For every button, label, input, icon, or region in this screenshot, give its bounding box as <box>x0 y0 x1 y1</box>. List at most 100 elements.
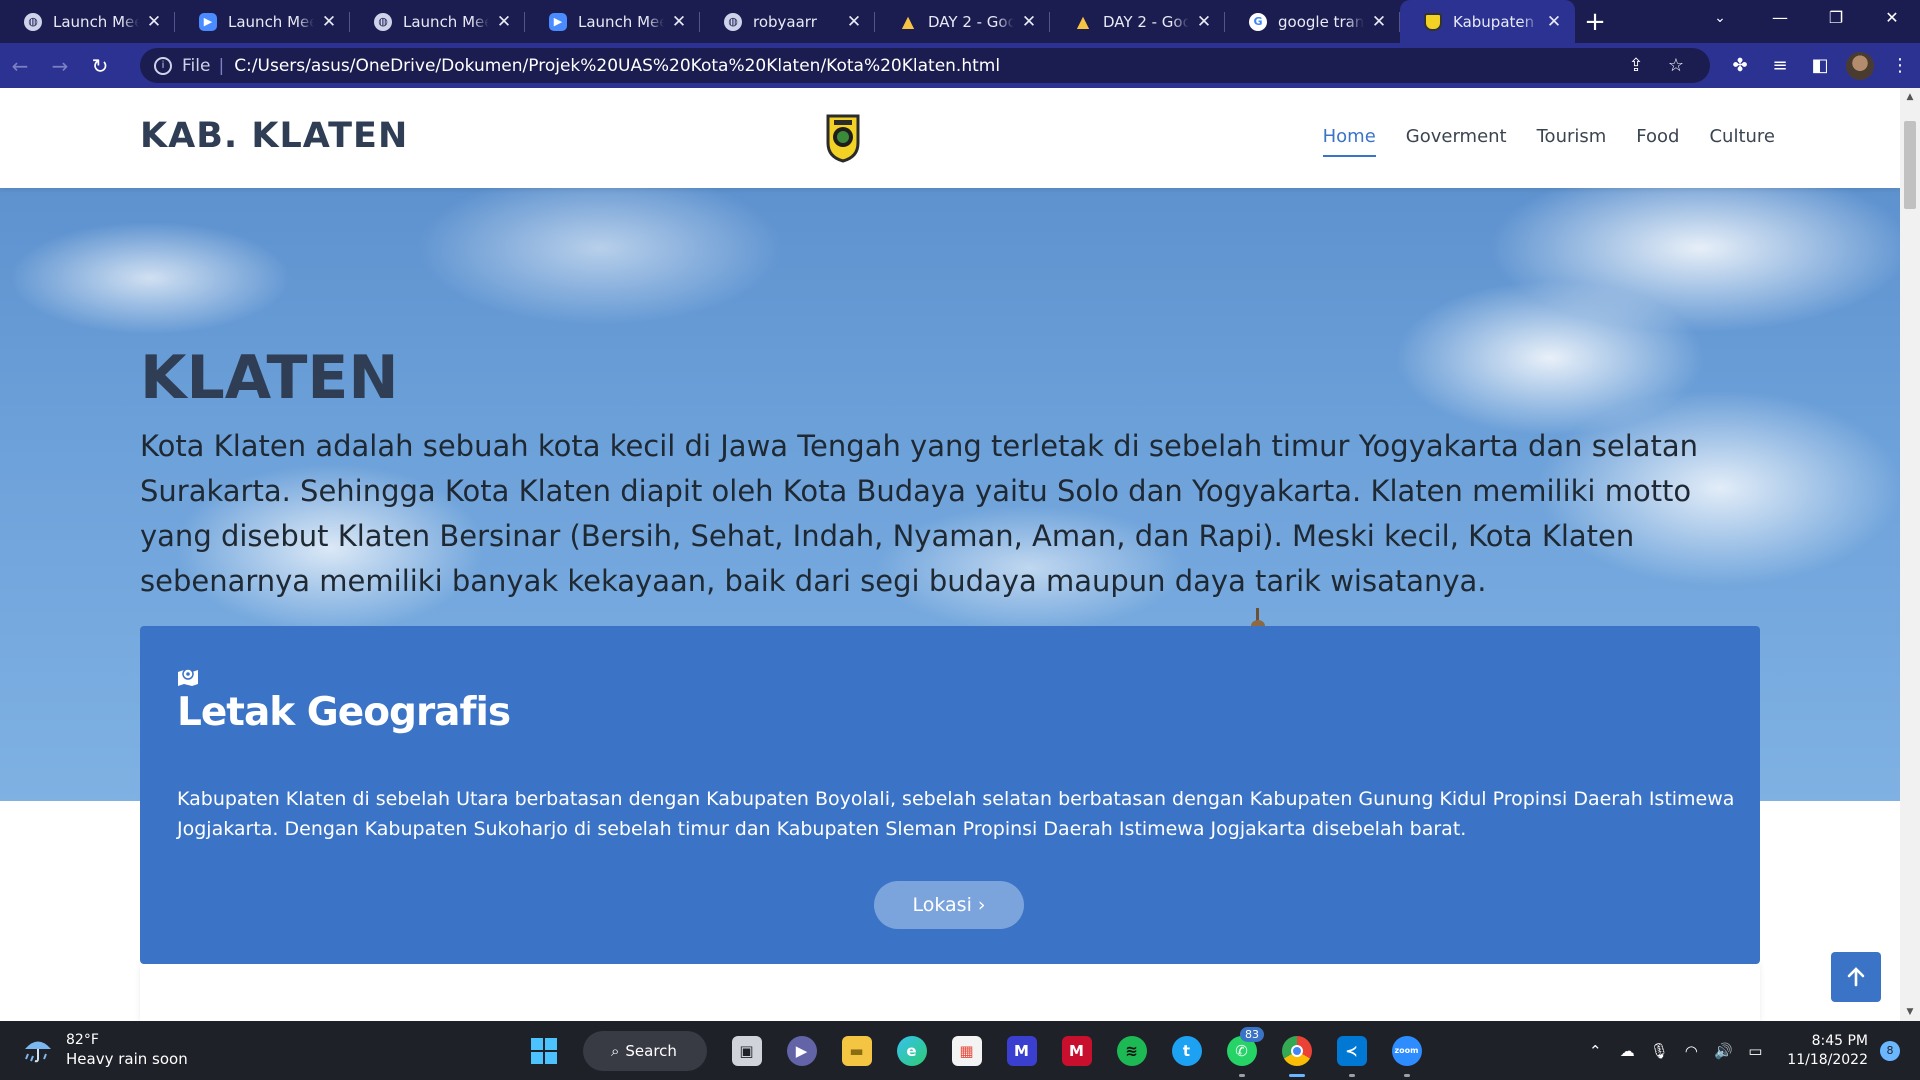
tab-title: Kabupaten Klaten <box>1453 12 1539 31</box>
nav-home[interactable]: Home <box>1322 126 1376 157</box>
mcafee-app[interactable]: M <box>1049 1021 1104 1080</box>
umbrella-rain-icon <box>25 1041 51 1063</box>
tab-robyaarr[interactable]: ◍ robyaarr ✕ <box>700 0 875 43</box>
twitter-app[interactable]: t <box>1159 1021 1214 1080</box>
google-icon: G <box>1249 12 1267 31</box>
chrome-app[interactable] <box>1269 1021 1324 1080</box>
search-label: Search <box>625 1041 677 1060</box>
onedrive-cloud-icon[interactable]: ☁ <box>1611 1042 1643 1060</box>
weather-widget[interactable]: 82°F Heavy rain soon <box>22 1031 188 1069</box>
address-bar[interactable]: i File | C:/Users/asus/OneDrive/Dokumen/… <box>140 48 1710 83</box>
arrow-up-icon <box>1847 967 1865 987</box>
close-window-button[interactable]: ✕ <box>1864 0 1920 36</box>
tab-title: Launch Meeting - Zoom <box>578 12 664 31</box>
chat-icon: ▶ <box>786 1035 817 1066</box>
close-icon[interactable]: ✕ <box>1195 12 1213 32</box>
toolbar-actions: ✤ ≡ ◧ ⋮ <box>1720 43 1920 88</box>
tab-day2-drive-1[interactable]: ▲ DAY 2 - Google Drive ✕ <box>875 0 1050 43</box>
close-icon[interactable]: ✕ <box>320 12 338 32</box>
scroll-up-arrow-icon[interactable]: ▲ <box>1900 92 1920 102</box>
clock[interactable]: 8:45 PM 11/18/2022 <box>1787 1032 1868 1070</box>
minimize-button[interactable]: — <box>1752 0 1808 36</box>
new-tab-button[interactable]: + <box>1575 0 1615 43</box>
close-icon[interactable]: ✕ <box>1370 12 1388 32</box>
tab-title: Launch Meeting - Zoom <box>53 12 139 31</box>
zoom-icon: zoom <box>1391 1035 1422 1066</box>
zoom-app[interactable]: zoom <box>1379 1021 1434 1080</box>
back-to-top-button[interactable] <box>1831 952 1881 1002</box>
m-app[interactable]: M <box>994 1021 1049 1080</box>
main-nav: Home Goverment Tourism Food Culture <box>1322 126 1775 157</box>
share-icon[interactable]: ⇪ <box>1616 55 1656 76</box>
url-text[interactable]: C:/Users/asus/OneDrive/Dokumen/Projek%20… <box>234 56 1616 76</box>
file-explorer-app[interactable]: ▬ <box>829 1021 884 1080</box>
store-app[interactable]: ▦ <box>939 1021 994 1080</box>
globe-icon: ◍ <box>374 12 392 31</box>
tab-launch-meeting-4[interactable]: ▶ Launch Meeting - Zoom ✕ <box>525 0 700 43</box>
scroll-down-arrow-icon[interactable]: ▼ <box>1900 1007 1920 1017</box>
nav-goverment[interactable]: Goverment <box>1406 126 1507 157</box>
microphone-icon[interactable]: 🎙 <box>1643 1042 1675 1060</box>
lokasi-button[interactable]: Lokasi › <box>874 881 1024 929</box>
tab-launch-meeting-1[interactable]: ◍ Launch Meeting - Zoom ✕ <box>0 0 175 43</box>
tab-kabupaten-klaten[interactable]: Kabupaten Klaten ✕ <box>1400 0 1575 43</box>
profile-avatar[interactable] <box>1846 51 1874 80</box>
site-brand[interactable]: KAB. KLATEN <box>140 116 408 156</box>
edge-app[interactable]: e <box>884 1021 939 1080</box>
close-icon[interactable]: ✕ <box>495 12 513 32</box>
close-icon[interactable]: ✕ <box>145 12 163 32</box>
tab-launch-meeting-3[interactable]: ◍ Launch Meeting - Zoom ✕ <box>350 0 525 43</box>
scrollbar-thumb[interactable] <box>1904 121 1916 209</box>
close-icon[interactable]: ✕ <box>1020 12 1038 32</box>
tab-title: Launch Meeting - Zoom <box>228 12 314 31</box>
close-icon[interactable]: ✕ <box>845 12 863 32</box>
task-view-icon: ▣ <box>731 1035 762 1066</box>
tab-title: robyaarr <box>753 12 817 31</box>
spotify-icon: ≋ <box>1116 1035 1147 1066</box>
reload-icon[interactable]: ↻ <box>80 54 120 78</box>
nav-culture[interactable]: Culture <box>1709 126 1775 157</box>
nav-food[interactable]: Food <box>1636 126 1679 157</box>
bookmark-star-icon[interactable]: ☆ <box>1656 55 1696 76</box>
back-arrow-icon[interactable]: ← <box>0 54 40 78</box>
restore-button[interactable]: ❐ <box>1808 0 1864 36</box>
vscode-icon: ≺ <box>1336 1035 1367 1066</box>
start-button[interactable] <box>516 1021 571 1080</box>
vscode-app[interactable]: ≺ <box>1324 1021 1379 1080</box>
system-tray: ⌃ ☁ 🎙 ◠ 🔊 ▭ 8:45 PM 11/18/2022 8 <box>1579 1021 1920 1080</box>
close-icon[interactable]: ✕ <box>670 12 688 32</box>
chevron-up-icon[interactable]: ⌃ <box>1579 1042 1611 1060</box>
drive-icon: ▲ <box>901 12 915 31</box>
close-icon[interactable]: ✕ <box>1545 12 1563 32</box>
tab-strip: ◍ Launch Meeting - Zoom ✕ ▶ Launch Meeti… <box>0 0 1920 43</box>
media-queue-icon[interactable]: ≡ <box>1760 55 1800 76</box>
info-icon[interactable]: i <box>154 56 172 75</box>
kebab-menu-icon[interactable]: ⋮ <box>1880 55 1920 76</box>
tab-title: DAY 2 - Google Drive <box>928 12 1014 31</box>
nav-tourism[interactable]: Tourism <box>1537 126 1607 157</box>
store-icon: ▦ <box>951 1035 982 1066</box>
tab-search-chevron-icon[interactable]: ⌄ <box>1700 0 1740 36</box>
search-icon: ⌕ <box>611 1041 620 1060</box>
battery-icon[interactable]: ▭ <box>1739 1042 1771 1060</box>
taskbar-apps: ⌕ Search ▣ ▶ ▬ e ▦ M M ≋ t ✆ 83 ≺ zoom <box>516 1021 1434 1080</box>
wifi-icon[interactable]: ◠ <box>1675 1042 1707 1060</box>
extensions-puzzle-icon[interactable]: ✤ <box>1720 55 1760 76</box>
notification-badge[interactable]: 8 <box>1880 1040 1900 1061</box>
task-view-button[interactable]: ▣ <box>719 1021 774 1080</box>
tab-day2-drive-2[interactable]: ▲ DAY 2 - Google Drive ✕ <box>1050 0 1225 43</box>
hero-title: KLATEN <box>140 343 399 413</box>
page-scrollbar[interactable]: ▲ ▼ <box>1900 88 1920 1021</box>
zoom-icon: ▶ <box>549 12 567 31</box>
tab-launch-meeting-2[interactable]: ▶ Launch Meeting - Zoom ✕ <box>175 0 350 43</box>
taskbar-search[interactable]: ⌕ Search <box>583 1030 707 1071</box>
side-panel-icon[interactable]: ◧ <box>1800 55 1840 76</box>
volume-icon[interactable]: 🔊 <box>1707 1042 1739 1060</box>
spotify-app[interactable]: ≋ <box>1104 1021 1159 1080</box>
forward-arrow-icon[interactable]: → <box>40 54 80 78</box>
tab-google-translate[interactable]: G google translate ✕ <box>1225 0 1400 43</box>
chat-app[interactable]: ▶ <box>774 1021 829 1080</box>
whatsapp-app[interactable]: ✆ 83 <box>1214 1021 1269 1080</box>
clock-time: 8:45 PM <box>1811 1032 1868 1049</box>
klaten-crest-icon <box>1424 12 1442 31</box>
